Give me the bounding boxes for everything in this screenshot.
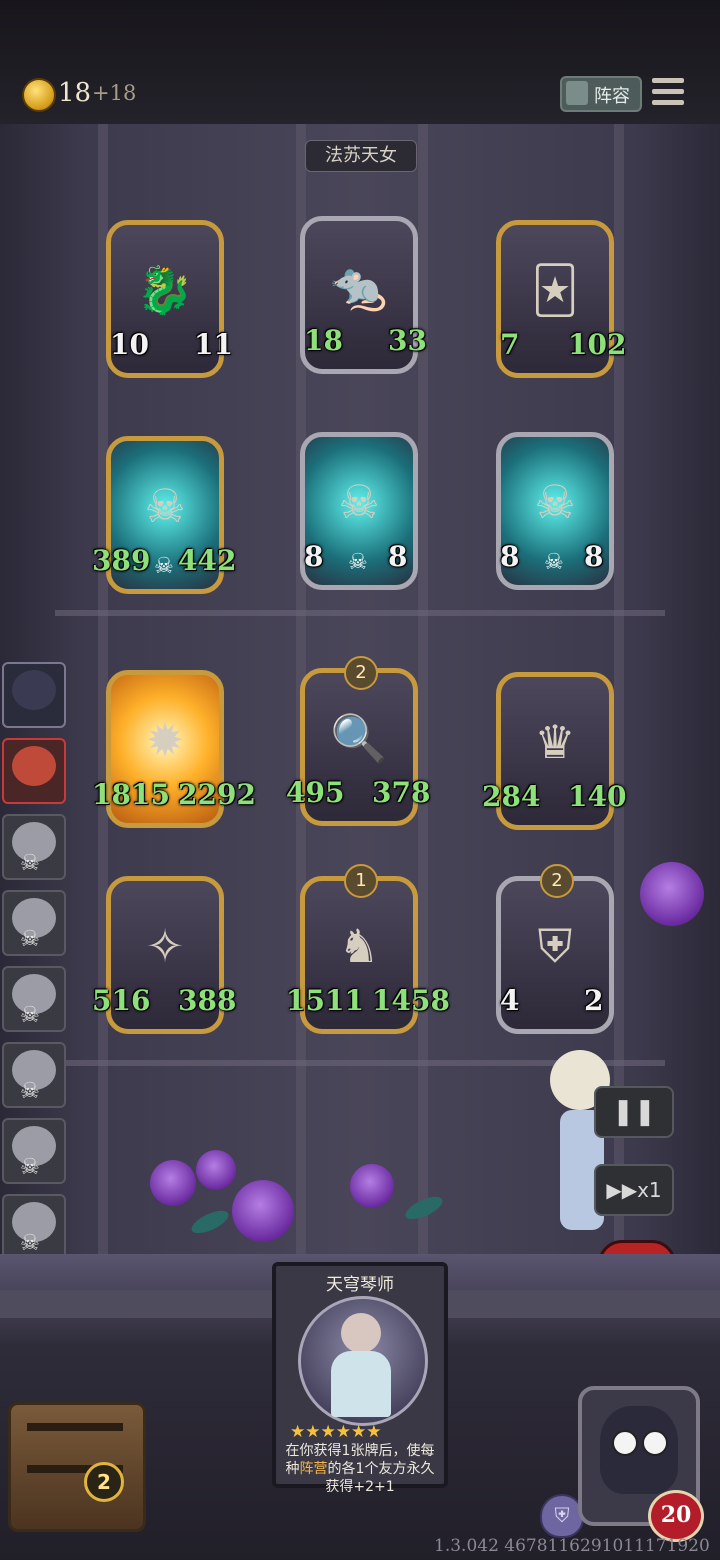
attack-stat: 4: [500, 984, 520, 1017]
king-icon: ♛: [534, 715, 576, 769]
menu-icon[interactable]: [652, 78, 684, 106]
health-stat: 2292: [178, 778, 256, 811]
opponent-name: 法苏天女: [305, 140, 417, 172]
skull-icon: ☠: [20, 851, 40, 876]
jester-icon: 🃏: [531, 263, 579, 317]
rat-icon: 🐀: [330, 259, 388, 313]
player-list-sidebar: ☠ ☠ ☠ ☠ ☠ ☠: [0, 662, 72, 1274]
health-stat: 1458: [372, 984, 450, 1017]
tier-badge: 2: [540, 864, 574, 898]
book-icon: [566, 81, 588, 105]
harp-musician-icon: [298, 1296, 428, 1426]
skull-icon: ☠: [544, 550, 564, 575]
ghost-skull-icon: ☠: [338, 475, 380, 529]
health-stat: 8: [388, 540, 408, 573]
health-stat: 2: [584, 984, 604, 1017]
coin-count: 18: [58, 78, 92, 108]
avatar: [12, 670, 56, 710]
skull-icon: ☠: [348, 550, 368, 575]
health-stat: 442: [178, 544, 237, 577]
attack-stat: 8: [500, 540, 520, 573]
health-stat: 33: [388, 324, 427, 357]
tier-badge: 2: [344, 656, 378, 690]
health-stat: 388: [178, 984, 237, 1017]
health-stat: 378: [372, 776, 431, 809]
attack-stat: 7: [500, 328, 520, 361]
health-stat: 11: [194, 328, 233, 361]
sidebar-player-portrait[interactable]: ☠: [2, 1042, 66, 1108]
pause-button[interactable]: ❚❚: [594, 1086, 674, 1138]
skull-icon: ☠: [20, 927, 40, 952]
sidebar-player-portrait[interactable]: [2, 738, 66, 804]
owl-icon: [600, 1406, 678, 1494]
health-stat: 8: [584, 540, 604, 573]
ghost-skull-icon: ☠: [534, 475, 576, 529]
ghost-skull-icon: ☠: [144, 479, 186, 533]
attack-stat: 516: [92, 984, 151, 1017]
rose-decoration: [150, 1160, 196, 1206]
attack-stat: 284: [482, 780, 541, 813]
flame-icon: ✹: [145, 713, 185, 767]
skull-icon: ☠: [154, 554, 174, 579]
featured-card-name: 天穹琴师: [326, 1275, 394, 1295]
lineup-button[interactable]: 阵容: [560, 76, 642, 112]
dragon-icon: 🐉: [136, 263, 194, 317]
rose-decoration: [350, 1164, 394, 1208]
attack-stat: 495: [286, 776, 345, 809]
attack-stat: 10: [110, 328, 149, 361]
board-divider: [55, 610, 665, 616]
attack-stat: 1511: [286, 984, 364, 1017]
detective-icon: 🔍: [330, 711, 388, 765]
attack-stat: 1815: [92, 778, 170, 811]
version-label: 1.3.042 4678116291011171920: [434, 1536, 710, 1556]
rose-decoration: [196, 1150, 236, 1190]
rose-decoration: [640, 862, 704, 926]
horse-icon: ♞: [338, 919, 380, 973]
health-stat: 140: [568, 780, 627, 813]
treasure-chest-icon[interactable]: [8, 1402, 146, 1532]
sorceress-icon: ✧: [145, 919, 185, 973]
featured-card[interactable]: 天穹琴师 ★★★★★★ 在你获得1张牌后，使每种阵营的各1个友方永久获得+2+1: [272, 1262, 448, 1495]
chest-count-badge: 2: [84, 1462, 124, 1502]
rose-decoration: [232, 1180, 294, 1242]
sidebar-player-portrait[interactable]: ☠: [2, 814, 66, 880]
lineup-label: 阵容: [594, 86, 630, 107]
skull-icon: ☠: [20, 1079, 40, 1104]
coin-income: +18: [92, 81, 137, 105]
sidebar-player-portrait[interactable]: [2, 662, 66, 728]
skull-icon: ☠: [20, 1231, 40, 1256]
tier-badge: 1: [344, 864, 378, 898]
health-stat: 102: [568, 328, 627, 361]
skull-icon: ☠: [20, 1155, 40, 1180]
player-health-badge: 20: [648, 1490, 704, 1542]
skull-icon: ☠: [20, 1003, 40, 1028]
sidebar-player-portrait[interactable]: ☠: [2, 1194, 66, 1260]
attack-stat: 8: [304, 540, 324, 573]
top-bar: 18 +18 阵容: [0, 0, 720, 126]
knight-icon: ⛨: [537, 919, 573, 973]
featured-card-text: 在你获得1张牌后，使每种阵营的各1个友方永久获得+2+1: [285, 1443, 435, 1495]
sidebar-player-portrait[interactable]: ☠: [2, 890, 66, 956]
speed-button[interactable]: ▶▶x1: [594, 1164, 674, 1216]
board-pillar: [418, 124, 428, 1254]
attack-stat: 389: [92, 544, 151, 577]
sidebar-player-portrait[interactable]: ☠: [2, 966, 66, 1032]
star-rating: ★★★★★★: [290, 1422, 382, 1442]
coin-icon: [22, 78, 56, 112]
sidebar-player-portrait[interactable]: ☠: [2, 1118, 66, 1184]
attack-stat: 18: [304, 324, 343, 357]
avatar: [12, 746, 56, 786]
